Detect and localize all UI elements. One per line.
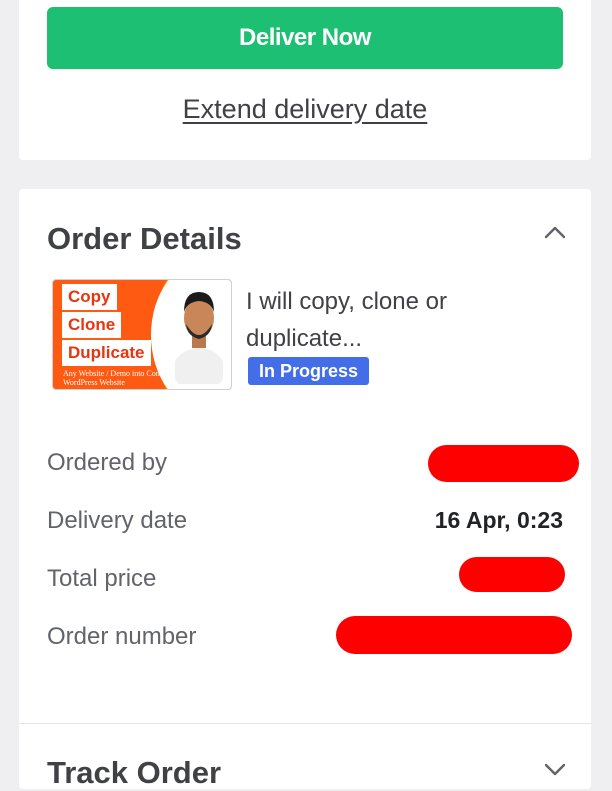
ordered-by-label: Ordered by bbox=[47, 449, 168, 476]
order-details-card: Order Details Copy Clone Duplicate Any W… bbox=[19, 189, 591, 791]
total-price-redaction bbox=[459, 557, 565, 592]
track-order-title[interactable]: Track Order bbox=[47, 755, 221, 791]
thumbnail-tag-copy: Copy bbox=[62, 284, 117, 310]
thumbnail-tag-clone: Clone bbox=[62, 312, 122, 338]
order-number-label: Order number bbox=[47, 623, 197, 650]
actions-card: Deliver Now Extend delivery date bbox=[19, 0, 591, 160]
seller-portrait-icon bbox=[175, 292, 223, 384]
order-number-redaction bbox=[336, 616, 572, 654]
status-badge: In Progress bbox=[248, 357, 370, 385]
section-divider bbox=[19, 723, 591, 724]
deliver-now-button[interactable]: Deliver Now bbox=[47, 7, 563, 69]
collapse-chevron-up-icon[interactable] bbox=[541, 219, 569, 247]
expand-chevron-down-icon[interactable] bbox=[541, 755, 569, 783]
ordered-by-redaction bbox=[428, 445, 579, 482]
order-details-title: Order Details bbox=[47, 221, 242, 256]
extend-delivery-date-link[interactable]: Extend delivery date bbox=[19, 94, 591, 125]
thumbnail-caption: Any Website / Demo into Convert WordPres… bbox=[63, 369, 173, 387]
thumbnail-tag-duplicate: Duplicate bbox=[62, 340, 151, 366]
gig-title[interactable]: I will copy, clone or duplicate... bbox=[246, 283, 546, 357]
total-price-label: Total price bbox=[47, 565, 157, 592]
delivery-date-value: 16 Apr, 0:23 bbox=[434, 507, 563, 533]
delivery-date-label: Delivery date bbox=[47, 507, 188, 534]
gig-thumbnail[interactable]: Copy Clone Duplicate Any Website / Demo … bbox=[52, 279, 232, 390]
